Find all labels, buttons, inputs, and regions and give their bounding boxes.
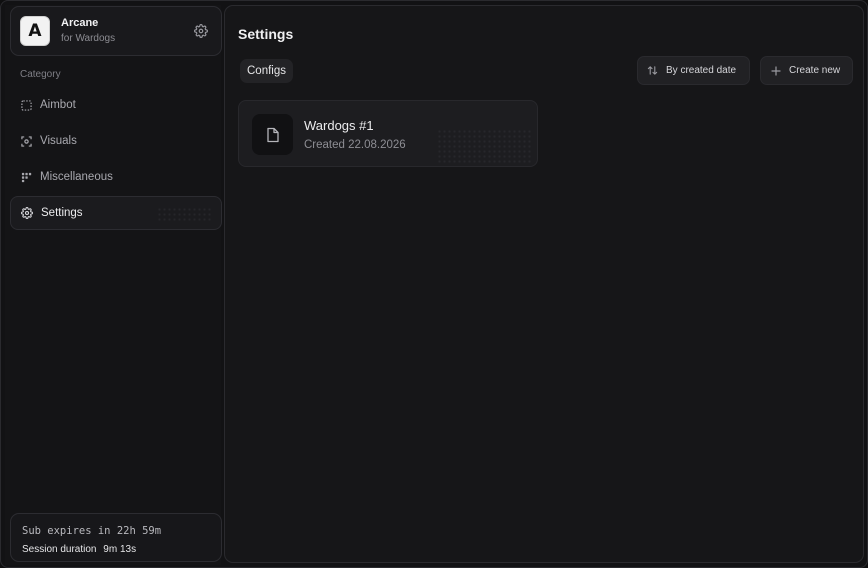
aimbot-icon — [20, 99, 32, 111]
dot-pattern-decoration — [157, 207, 213, 223]
sidebar-item-settings[interactable]: Settings — [10, 196, 222, 230]
config-card[interactable]: Wardogs #1 Created 22.08.2026 — [238, 100, 538, 167]
sidebar-item-label: Visuals — [40, 135, 77, 147]
config-created-date: Created 22.08.2026 — [304, 139, 406, 151]
category-label: Category — [20, 69, 61, 80]
page-title: Settings — [238, 26, 294, 42]
visuals-icon — [20, 135, 32, 147]
subscription-status-card: Sub expires in 22h 59m Session duration … — [10, 513, 222, 562]
create-new-button[interactable]: Create new — [760, 56, 853, 85]
session-duration: Session duration 9m 13s — [22, 544, 136, 555]
sidebar-item-label: Settings — [41, 207, 83, 219]
sort-icon — [647, 65, 658, 76]
sidebar-item-label: Miscellaneous — [40, 171, 113, 183]
app-subtitle: for Wardogs — [61, 33, 116, 44]
file-icon — [252, 114, 293, 155]
sort-button-label: By created date — [666, 65, 737, 76]
sidebar: A Arcane for Wardogs Category Aimbot Vis… — [5, 5, 222, 565]
app-name: Arcane — [61, 17, 99, 29]
sidebar-item-label: Aimbot — [40, 99, 76, 111]
sort-button[interactable]: By created date — [637, 56, 750, 85]
sidebar-nav: Aimbot Visuals Miscellaneous Settings — [10, 88, 222, 232]
profile-card[interactable]: A Arcane for Wardogs — [10, 6, 222, 56]
misc-icon — [20, 171, 32, 183]
app-window: A Arcane for Wardogs Category Aimbot Vis… — [0, 0, 868, 568]
session-value: 9m 13s — [103, 544, 137, 555]
main-panel: Settings Configs By created date Create … — [224, 5, 864, 563]
sidebar-item-visuals[interactable]: Visuals — [10, 124, 222, 158]
app-logo: A — [20, 16, 50, 46]
create-new-label: Create new — [789, 65, 841, 76]
session-label: Session duration — [22, 544, 97, 555]
gear-icon[interactable] — [194, 24, 208, 38]
sidebar-item-miscellaneous[interactable]: Miscellaneous — [10, 160, 222, 194]
plus-icon — [770, 65, 781, 76]
tab-configs[interactable]: Configs — [240, 59, 293, 83]
sidebar-item-aimbot[interactable]: Aimbot — [10, 88, 222, 122]
config-name: Wardogs #1 — [304, 118, 374, 133]
dot-pattern-decoration — [437, 129, 533, 165]
subscription-expiry: Sub expires in 22h 59m — [22, 525, 162, 537]
gear-icon — [21, 207, 33, 219]
